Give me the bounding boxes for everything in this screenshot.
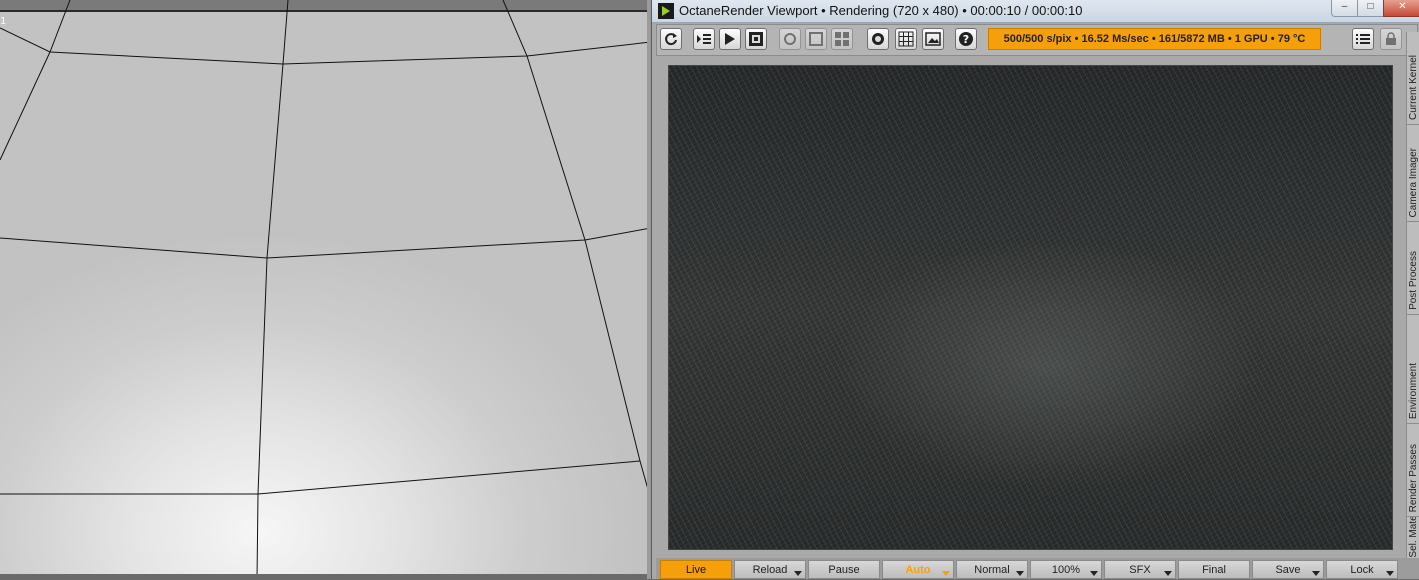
tab-label: Environment [1408, 362, 1419, 419]
auto-dropdown-arrow[interactable] [942, 571, 950, 576]
menu-list-icon[interactable] [1352, 28, 1374, 50]
tab-render-passes[interactable]: Render Passes [1407, 424, 1419, 517]
svg-text:?: ? [963, 33, 969, 46]
pause-label: Pause [828, 564, 860, 576]
save-dropdown-arrow[interactable] [1312, 571, 1320, 576]
render-view[interactable] [668, 65, 1393, 550]
region-icon[interactable] [805, 28, 827, 50]
tab-camera-imager[interactable]: Camera Imager [1407, 125, 1419, 222]
auto-button[interactable]: Auto [882, 560, 954, 579]
3d-viewport[interactable]: 1 [0, 0, 651, 579]
normal-label: Normal [974, 564, 1010, 576]
fit-icon[interactable] [745, 28, 767, 50]
wireframe-grid [0, 0, 651, 579]
reload-button[interactable]: Reload [734, 560, 806, 579]
viewport-label: 1 [0, 16, 7, 27]
live-label: Live [685, 564, 707, 576]
render-image [669, 66, 1392, 549]
tab-label: Current Kernel [1408, 54, 1419, 120]
octane-app-icon [658, 3, 674, 19]
live-button[interactable]: Live [660, 560, 732, 579]
auto-label: Auto [905, 564, 931, 576]
pause-button[interactable]: Pause [808, 560, 880, 579]
viewport-bottom-bar [0, 574, 651, 579]
refresh-icon[interactable] [660, 28, 682, 50]
reload-dropdown-arrow[interactable] [794, 571, 802, 576]
tab-label: Render Passes [1408, 443, 1419, 512]
save-button[interactable]: Save [1252, 560, 1324, 579]
tab-label: Camera Imager [1408, 147, 1419, 217]
lock-label: Lock [1350, 564, 1374, 576]
window-title: OctaneRender Viewport • Rendering (720 x… [679, 3, 1083, 18]
tab-environment[interactable]: Environment [1407, 315, 1419, 424]
zoom-label: 100% [1051, 564, 1081, 576]
close-button[interactable]: ✕ [1383, 0, 1419, 17]
side-panel-tabs: Current Kernel Camera Imager Post Proces… [1406, 32, 1419, 563]
image-icon[interactable] [922, 28, 944, 50]
normal-dropdown-arrow[interactable] [1016, 571, 1024, 576]
tab-sel-material[interactable]: Sel. Material [1407, 517, 1419, 563]
circle-icon[interactable] [867, 28, 889, 50]
title-bar[interactable]: OctaneRender Viewport • Rendering (720 x… [652, 0, 1419, 23]
render-status-bar: 500/500 s/pix • 16.52 Ms/sec • 161/5872 … [988, 28, 1321, 50]
final-button[interactable]: Final [1178, 560, 1250, 579]
lock-button[interactable]: Lock [1326, 560, 1398, 579]
save-label: Save [1275, 564, 1301, 576]
tab-current-kernel[interactable]: Current Kernel [1407, 32, 1419, 125]
maximize-button[interactable]: □ [1357, 0, 1384, 17]
normal-button[interactable]: Normal [956, 560, 1028, 579]
bottom-toolbar: Live Reload Pause Auto Normal 100% SFX F… [656, 558, 1419, 579]
zoom-dropdown-arrow[interactable] [1090, 571, 1098, 576]
tab-label: Post Process [1408, 251, 1419, 310]
zoom-button[interactable]: 100% [1030, 560, 1102, 579]
octane-viewport-window: OctaneRender Viewport • Rendering (720 x… [651, 0, 1419, 579]
grid-cells-icon[interactable] [831, 28, 853, 50]
tab-label: Sel. Material [1408, 517, 1419, 558]
minimize-button[interactable]: – [1331, 0, 1358, 17]
tab-post-process[interactable]: Post Process [1407, 222, 1419, 315]
focus-icon[interactable] [779, 28, 801, 50]
sfx-dropdown-arrow[interactable] [1164, 571, 1172, 576]
lock-dropdown-arrow[interactable] [1386, 571, 1394, 576]
reload-label: Reload [752, 564, 788, 576]
help-icon[interactable]: ? [955, 28, 977, 50]
sfx-button[interactable]: SFX [1104, 560, 1176, 579]
lock-small-icon[interactable] [1380, 28, 1402, 50]
list-arrow-icon[interactable] [693, 28, 715, 50]
viewport-toolbar: ? 500/500 s/pix • 16.52 Ms/sec • 161/587… [656, 24, 1418, 56]
grid-icon[interactable] [895, 28, 917, 50]
sfx-label: SFX [1129, 564, 1151, 576]
final-label: Final [1202, 564, 1226, 576]
play-icon[interactable] [719, 28, 741, 50]
